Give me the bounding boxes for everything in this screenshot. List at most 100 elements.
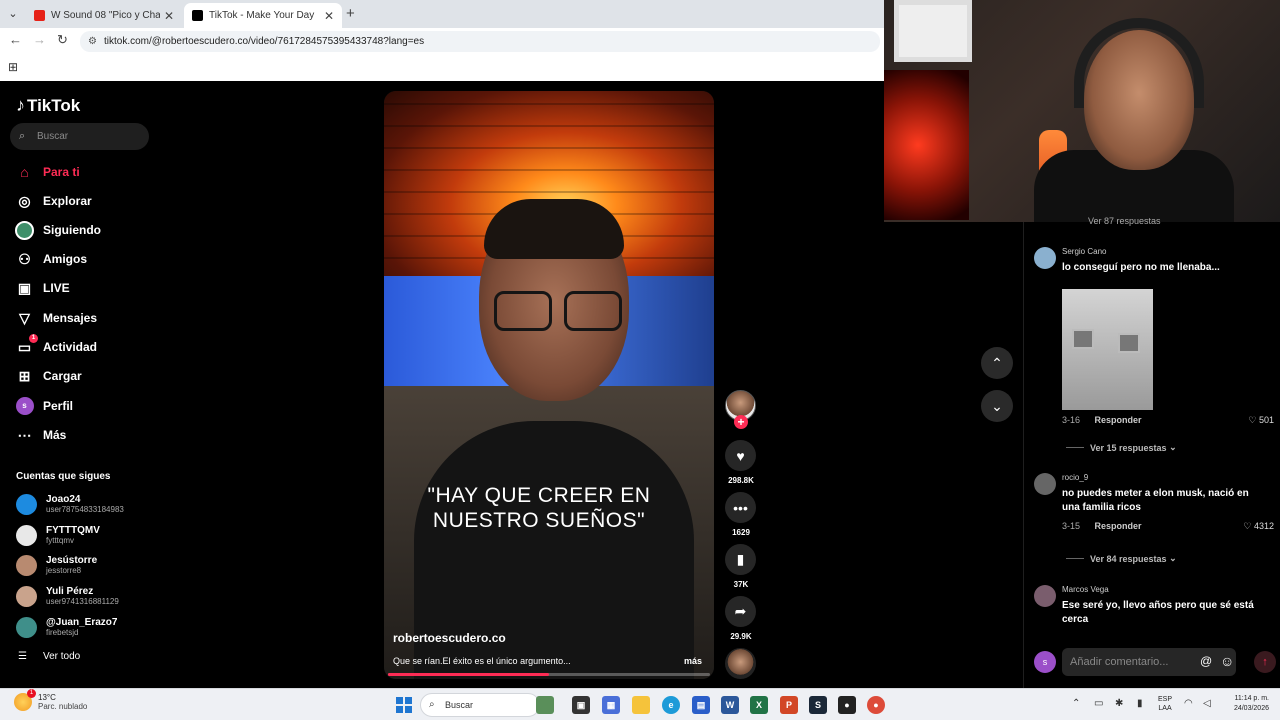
search-icon: ⌕ (429, 699, 435, 710)
close-tab-icon[interactable]: ✕ (164, 9, 174, 23)
taskbar-search[interactable]: ⌕ Buscar (420, 693, 540, 717)
account-username: user78754833184983 (46, 505, 124, 514)
view-replies-link[interactable]: Ver 84 respuestas ⌄ (1066, 553, 1177, 564)
nav-mensajes[interactable]: ▽ Mensajes (15, 307, 97, 329)
save-button[interactable]: ▮ (725, 544, 756, 575)
search-input[interactable]: ⌕ Buscar (10, 123, 149, 150)
chrome-icon[interactable]: ● (867, 696, 885, 714)
avatar (16, 585, 37, 607)
following-account[interactable]: Jesústorre jesstorre8 (16, 553, 97, 577)
comment-meta: 3-16 Responder (1062, 415, 1142, 425)
navigation-bar: ← → ↻ ⚙ tiktok.com/@robertoescudero.co/v… (0, 28, 884, 55)
weather-desc: Parc. nublado (38, 702, 88, 711)
back-icon[interactable]: ← (9, 32, 22, 47)
see-all-link[interactable]: ☰ Ver todo (18, 651, 80, 662)
view-replies-link[interactable]: Ver 87 respuestas (1088, 216, 1161, 226)
reply-button[interactable]: Responder (1095, 415, 1142, 425)
previous-video-button[interactable]: ⌃ (981, 347, 1013, 379)
progress-fill (388, 673, 549, 676)
following-account[interactable]: @Juan_Erazo7 firebetsjd (16, 615, 117, 639)
mention-icon[interactable]: @ (1200, 654, 1212, 668)
tiktok-logo[interactable]: ♪ TikTok (16, 95, 80, 116)
nav-perfil[interactable]: s Perfil (15, 395, 73, 417)
more-button[interactable]: más (684, 656, 702, 666)
tray-app-icon[interactable]: ▭ (1094, 698, 1103, 709)
task-view-icon[interactable]: ▣ (572, 696, 590, 714)
comment-meta: 3-15 Responder (1062, 521, 1142, 531)
like-button[interactable]: ♥ (725, 440, 756, 471)
word-icon[interactable]: W (721, 696, 739, 714)
nav-para-ti[interactable]: ⌂ Para ti (15, 161, 79, 183)
video-player[interactable]: "HAY QUE CREER EN NUESTRO SUEÑOS" robert… (384, 91, 714, 679)
microphone-icon[interactable]: ▮ (1137, 698, 1143, 709)
browser-chrome: ⌄ W Sound 08 "Pico y Chao" - Kr ✕ TikTok… (0, 0, 884, 81)
start-button[interactable] (396, 697, 412, 713)
music-disc-avatar[interactable] (725, 648, 756, 679)
address-bar[interactable]: ⚙ tiktok.com/@robertoescudero.co/video/7… (80, 31, 880, 52)
nav-live[interactable]: ▣ LIVE (15, 277, 70, 299)
tab-tiktok[interactable]: TikTok - Make Your Day ✕ (184, 3, 342, 28)
account-username: fytttqmv (46, 536, 75, 545)
share-button[interactable]: ➦ (725, 596, 756, 627)
send-button[interactable]: ↑ (1254, 651, 1276, 673)
video-progress-bar[interactable] (388, 673, 710, 676)
next-video-button[interactable]: ⌄ (981, 390, 1013, 422)
following-account[interactable]: Yuli Pérez user9741316881129 (16, 584, 119, 608)
close-tab-icon[interactable]: ✕ (324, 9, 334, 23)
comment-author[interactable]: rocio_9 (1062, 473, 1088, 482)
powerpoint-icon[interactable]: P (780, 696, 798, 714)
nav-cargar[interactable]: ⊞ Cargar (15, 365, 82, 387)
nav-mas[interactable]: ⋯ Más (15, 424, 67, 446)
comment-button[interactable]: ••• (725, 492, 756, 523)
nav-actividad[interactable]: ▭ 1 Actividad (15, 333, 97, 358)
tray-chevron-icon[interactable]: ⌃ (1072, 698, 1080, 709)
avatar[interactable] (1034, 473, 1056, 495)
steam-icon[interactable]: S (809, 696, 827, 714)
obs-icon[interactable]: ● (838, 696, 856, 714)
avatar (16, 493, 37, 515)
excel-icon[interactable]: X (750, 696, 768, 714)
follow-button[interactable]: + (734, 415, 748, 429)
avatar[interactable] (1034, 247, 1056, 269)
emoji-icon[interactable]: ☺ (1220, 653, 1234, 669)
comment-image[interactable] (1062, 289, 1153, 410)
landscape-app-icon[interactable] (536, 696, 554, 714)
new-tab-button[interactable]: + (346, 5, 355, 22)
comment-like-button[interactable]: ♡ 501 (1248, 415, 1274, 426)
bluetooth-icon[interactable]: ✱ (1115, 698, 1123, 709)
tab-youtube[interactable]: W Sound 08 "Pico y Chao" - Kr ✕ (26, 3, 182, 28)
view-replies-link[interactable]: Ver 15 respuestas ⌄ (1066, 442, 1177, 453)
comment-author[interactable]: Marcos Vega (1062, 585, 1109, 594)
volume-icon[interactable]: ◁ (1203, 698, 1211, 709)
file-explorer-icon[interactable] (632, 696, 650, 714)
reply-button[interactable]: Responder (1095, 521, 1142, 531)
divider (1066, 447, 1084, 448)
forward-icon[interactable]: → (33, 32, 46, 47)
nav-amigos[interactable]: ⚇ Amigos (15, 248, 87, 270)
store-icon[interactable]: ▤ (692, 696, 710, 714)
site-info-icon[interactable]: ⚙ (88, 31, 97, 52)
edge-icon[interactable]: e (662, 696, 680, 714)
system-clock[interactable]: 11:14 p. m. 24/03/2026 (1221, 694, 1269, 714)
wifi-icon[interactable]: ◠ (1184, 698, 1193, 709)
following-account[interactable]: Joao24 user78754833184983 (16, 492, 124, 516)
apps-grid-icon[interactable]: ⊞ (8, 60, 18, 74)
nav-explorar[interactable]: ◎ Explorar (15, 190, 91, 212)
comment-like-button[interactable]: ♡ 4312 (1243, 521, 1274, 532)
tab-search-icon[interactable]: ⌄ (4, 5, 22, 23)
video-username[interactable]: robertoescudero.co (393, 631, 506, 645)
following-account[interactable]: FYTTTQMV fytttqmv (16, 523, 100, 547)
chevron-down-icon: ⌄ (1166, 442, 1177, 452)
widgets-icon[interactable]: ▦ (602, 696, 620, 714)
weather-widget[interactable]: 1 13°C Parc. nublado (14, 689, 88, 711)
nav-label: LIVE (43, 281, 70, 295)
language-layout: LAA (1158, 705, 1172, 712)
chevron-up-icon: ⌃ (991, 354, 1003, 371)
avatar[interactable] (1034, 585, 1056, 607)
comment-author[interactable]: Sergio Cano (1062, 247, 1106, 256)
reload-icon[interactable]: ↻ (57, 32, 68, 48)
webcam-headset (1074, 18, 1204, 108)
clock-time: 11:14 p. m. (1234, 695, 1269, 702)
nav-siguiendo[interactable]: Siguiendo (15, 219, 101, 241)
language-indicator[interactable]: ESP LAA (1158, 695, 1172, 713)
